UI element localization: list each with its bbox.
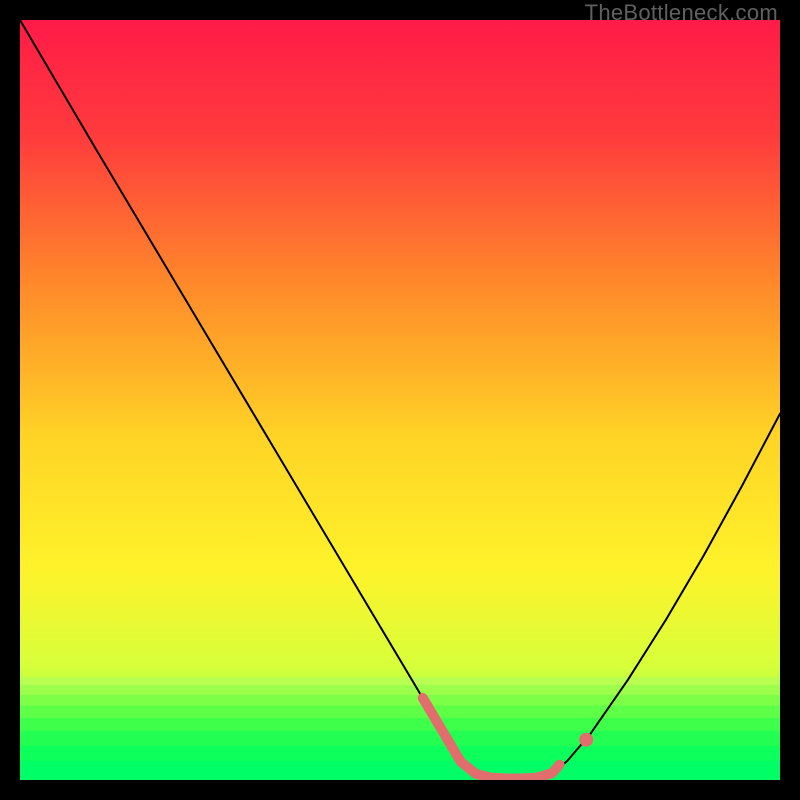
plot-area xyxy=(20,20,780,780)
chart-frame: TheBottleneck.com xyxy=(0,0,800,800)
chart-svg xyxy=(20,20,780,780)
watermark-text: TheBottleneck.com xyxy=(585,0,778,26)
